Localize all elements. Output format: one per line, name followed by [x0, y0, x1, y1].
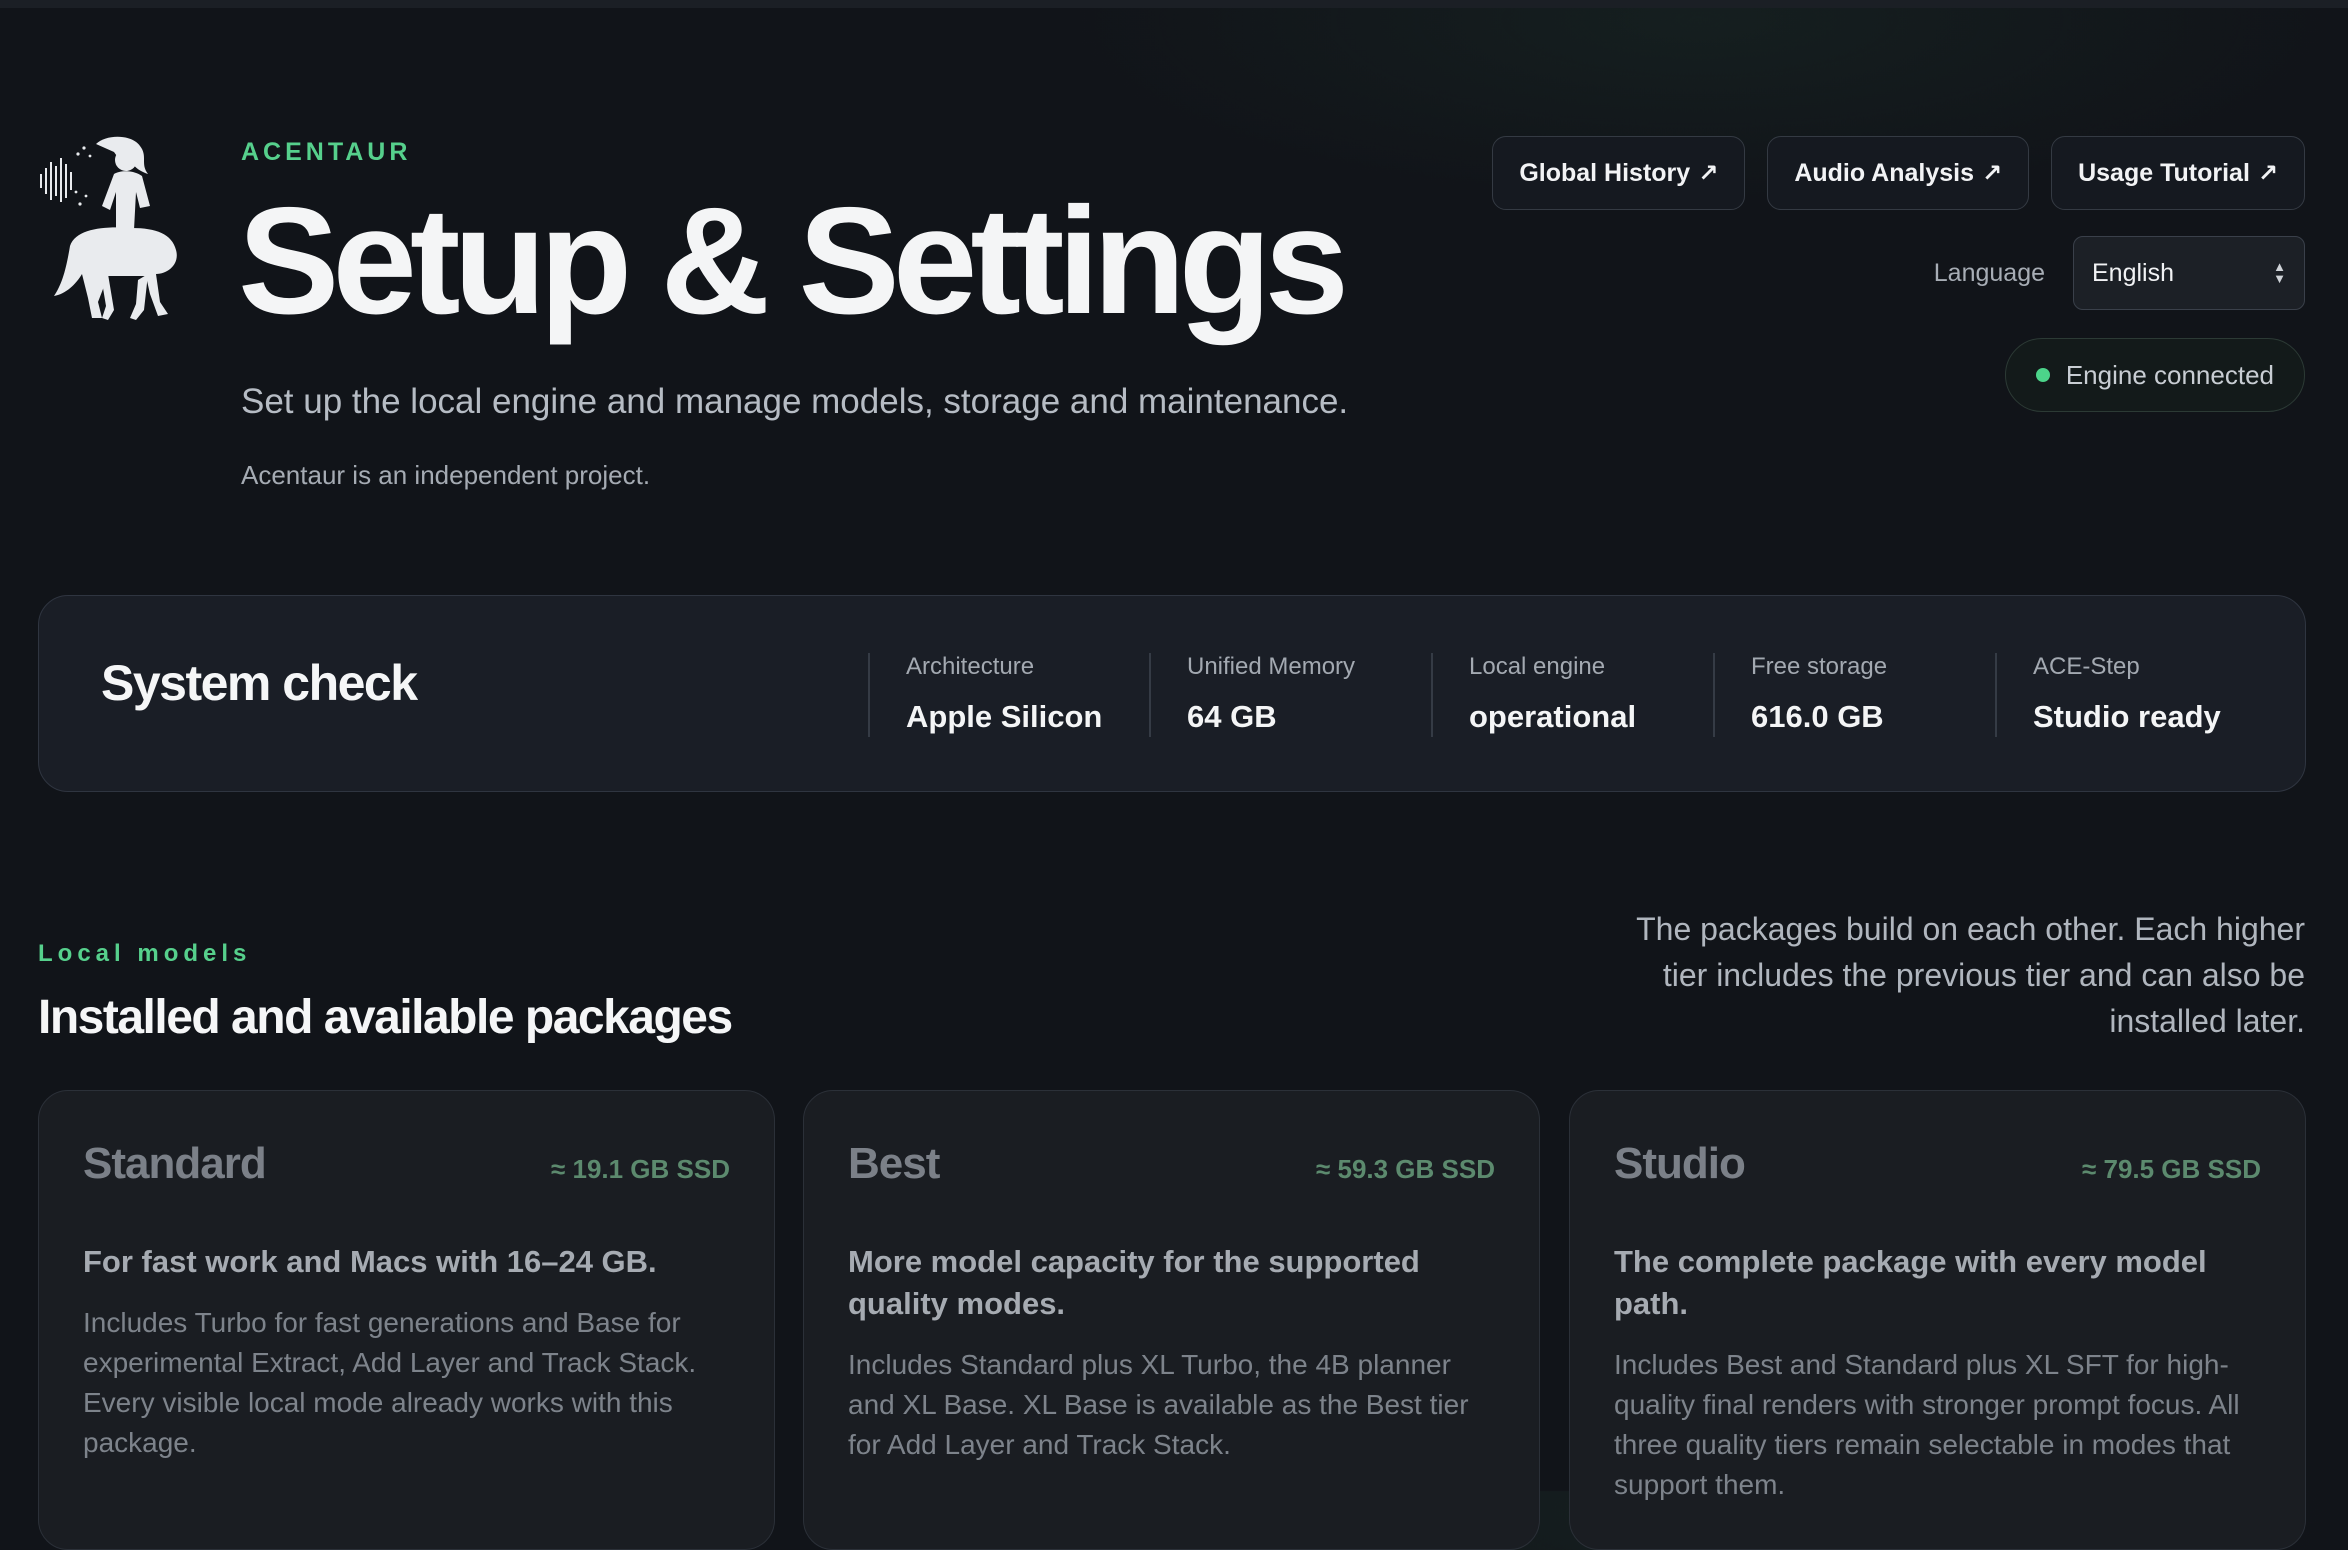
- centaur-logo-icon: [40, 136, 177, 320]
- status-dot-icon: [2035, 368, 2050, 382]
- section-eyebrow: Local models: [38, 940, 252, 967]
- package-tagline: The complete package with every model pa…: [1614, 1244, 2207, 1321]
- package-tagline: For fast work and Macs with 16–24 GB.: [83, 1244, 657, 1279]
- language-select[interactable]: English ▲ ▼: [2073, 236, 2305, 310]
- package-card-best[interactable]: Best ≈ 59.3 GB SSD More model capacity f…: [803, 1090, 1540, 1550]
- usage-tutorial-label: Usage Tutorial: [2078, 158, 2250, 187]
- package-card-standard[interactable]: Standard ≈ 19.1 GB SSD For fast work and…: [38, 1090, 775, 1550]
- language-label: Language: [1933, 258, 2045, 287]
- section-description: The packages build on each other. Each h…: [1636, 911, 2305, 1039]
- select-arrows-icon: ▲ ▼: [2273, 259, 2286, 286]
- stat-label: Architecture: [906, 653, 1035, 680]
- package-name: Best: [848, 1139, 940, 1188]
- system-check-card: System check Architecture Apple Silicon …: [38, 595, 2306, 792]
- external-link-icon: ↗: [1698, 159, 1719, 187]
- package-size: ≈ 19.1 GB SSD: [550, 1154, 730, 1184]
- page-subtitle: Set up the local engine and manage model…: [241, 382, 1349, 421]
- package-size: ≈ 79.5 GB SSD: [2081, 1154, 2261, 1184]
- top-bar: [0, 0, 2348, 8]
- audio-analysis-button[interactable]: Audio Analysis ↗: [1767, 136, 2030, 210]
- package-description: Includes Best and Standard plus XL SFT f…: [1614, 1349, 2240, 1500]
- stat-ace-step: ACE-Step Studio ready: [1995, 653, 2221, 737]
- project-note: Acentaur is an independent project.: [241, 460, 651, 490]
- stat-unified-memory: Unified Memory 64 GB: [1149, 653, 1355, 737]
- audio-analysis-label: Audio Analysis: [1794, 158, 1974, 187]
- stat-label: Unified Memory: [1187, 653, 1356, 680]
- stat-value: 64 GB: [1187, 699, 1277, 734]
- language-control: Language English ▲ ▼: [1934, 236, 2305, 310]
- usage-tutorial-button[interactable]: Usage Tutorial ↗: [2051, 136, 2305, 210]
- system-check-title: System check: [101, 655, 418, 711]
- package-name: Studio: [1614, 1139, 1746, 1188]
- stat-local-engine: Local engine operational: [1431, 653, 1636, 737]
- global-history-button[interactable]: Global History ↗: [1492, 136, 1746, 210]
- global-history-label: Global History: [1519, 158, 1691, 187]
- top-nav: Global History ↗ Audio Analysis ↗ Usage …: [1492, 136, 2305, 210]
- stat-label: ACE-Step: [2033, 653, 2140, 680]
- brand-name: ACENTAUR: [241, 138, 412, 166]
- package-tagline: More model capacity for the supported qu…: [848, 1244, 1420, 1321]
- language-selected-value: English: [2092, 258, 2174, 287]
- engine-status-badge: Engine connected: [2004, 338, 2305, 412]
- stat-free-storage: Free storage 616.0 GB: [1713, 653, 1887, 737]
- stat-architecture: Architecture Apple Silicon: [868, 653, 1102, 737]
- stat-value: Apple Silicon: [906, 699, 1103, 734]
- stat-value: operational: [1469, 699, 1637, 734]
- external-link-icon: ↗: [1981, 159, 2003, 187]
- stat-value: Studio ready: [2033, 699, 2221, 734]
- page-title: Setup & Settings: [238, 176, 1349, 346]
- section-title: Installed and available packages: [38, 991, 733, 1044]
- package-size: ≈ 59.3 GB SSD: [1315, 1154, 1495, 1184]
- package-name: Standard: [83, 1139, 267, 1188]
- engine-status-text: Engine connected: [2065, 359, 2274, 390]
- external-link-icon: ↗: [2257, 159, 2278, 187]
- stat-label: Free storage: [1751, 653, 1888, 680]
- package-description: Includes Turbo for fast generations and …: [83, 1307, 697, 1458]
- package-description: Includes Standard plus XL Turbo, the 4B …: [848, 1349, 1469, 1460]
- package-card-studio[interactable]: Studio ≈ 79.5 GB SSD The complete packag…: [1569, 1090, 2306, 1550]
- stat-value: 616.0 GB: [1751, 699, 1884, 734]
- stat-label: Local engine: [1469, 653, 1606, 680]
